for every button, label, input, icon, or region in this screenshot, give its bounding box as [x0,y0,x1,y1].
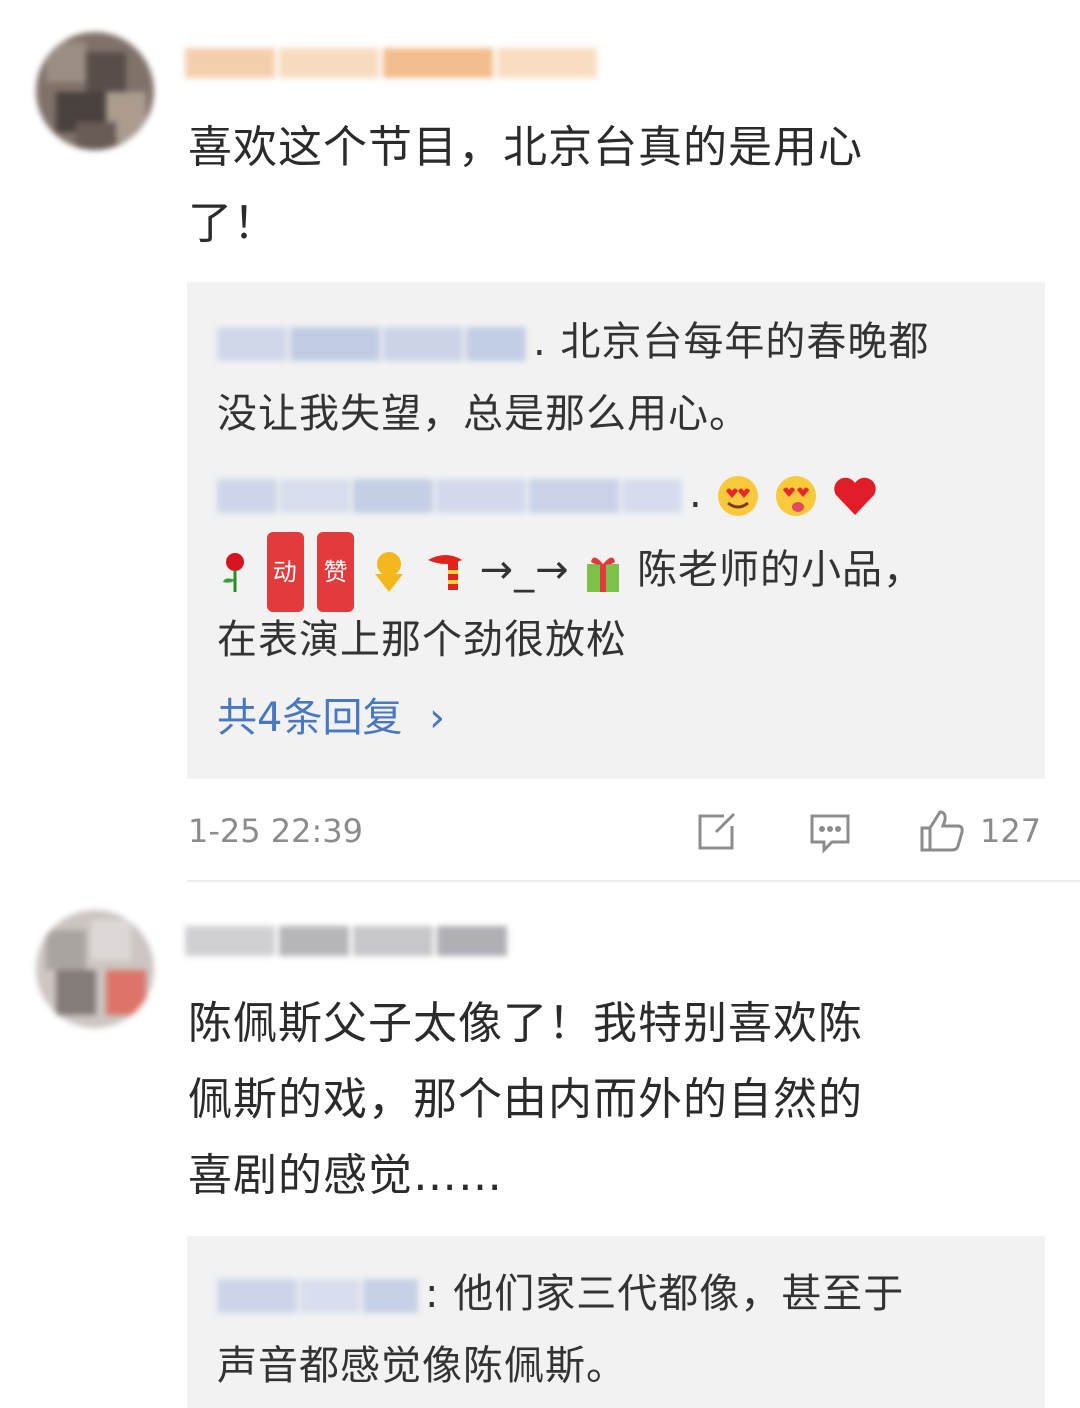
share-button[interactable] [694,810,738,854]
like-button[interactable]: 127 [918,808,1041,854]
comment-text: 喜欢这个节目，北京台真的是用心 了！ [188,122,863,249]
username[interactable] [185,918,507,964]
like-icon [920,810,964,852]
badge-icon: 赞 [317,532,355,612]
reply-box: : 他们家三代都像，甚至于 声音都感觉像陈佩斯。 [187,1236,1045,1408]
reply-text: 声音都感觉像陈佩斯。 [217,1343,627,1389]
gift-icon [587,557,620,592]
reply-text: : 他们家三代都像，甚至于 [425,1271,905,1317]
heart-icon [834,477,876,515]
tongue-heart-emoji-icon [776,476,817,516]
reply-username[interactable] [217,1279,421,1313]
reply-text: 动 赞 →_→ 陈老师的小品， [217,532,924,612]
reply-text: . 北京台每年的春晚都 [533,319,930,365]
reply-text: 没让我失望，总是那么用心。 [217,391,750,437]
coin-arrow-icon [375,552,404,592]
avatar[interactable] [36,910,154,1028]
badge-icon: 动 [266,532,304,612]
reply-text: 在表演上那个劲很放松 [217,617,627,663]
username[interactable] [185,40,597,86]
comment-icon [810,814,850,854]
scarf-icon [427,555,462,590]
view-more-replies-link[interactable]: 共4条回复 › [217,682,445,754]
timestamp: 1-25 22:39 [188,812,364,850]
heart-eyes-emoji-icon [718,476,759,516]
reply-item[interactable]: . 北京台每年的春晚都 [217,306,929,378]
avatar[interactable] [36,32,154,150]
reply-item[interactable]: . [217,458,878,530]
share-icon [698,812,736,850]
reply-username[interactable] [217,479,685,513]
like-count: 127 [980,812,1042,850]
comment-button[interactable] [808,810,852,854]
comment-text: 陈佩斯父子太像了！我特别喜欢陈 佩斯的戏，那个由内而外的自然的 喜剧的感觉…… [188,998,863,1201]
reply-item[interactable]: : 他们家三代都像，甚至于 [217,1258,904,1330]
reply-username[interactable] [217,327,529,361]
chevron-right-icon: › [429,695,446,741]
divider [187,880,1080,882]
rose-icon [223,553,244,592]
reply-box: . 北京台每年的春晚都 没让我失望，总是那么用心。 . 动 赞 →_→ 陈老师的… [187,282,1045,779]
